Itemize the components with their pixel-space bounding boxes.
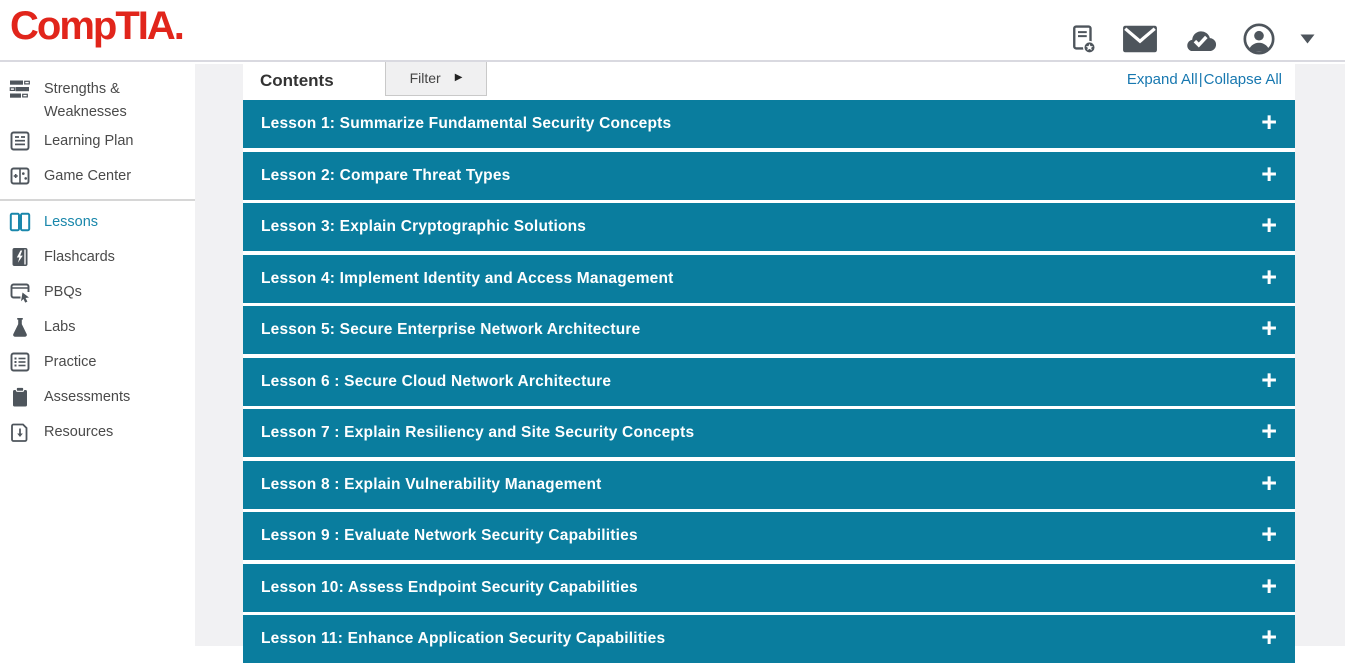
sidebar-item-resources[interactable]: Resources <box>0 415 195 450</box>
expand-plus-icon[interactable]: + <box>1261 470 1277 500</box>
lesson-accordion-row[interactable]: Lesson 3: Explain Cryptographic Solution… <box>243 203 1295 251</box>
lesson-accordion-row[interactable]: Lesson 8 : Explain Vulnerability Managem… <box>243 461 1295 509</box>
right-gutter <box>1295 64 1345 646</box>
lesson-title: Lesson 5: Secure Enterprise Network Arch… <box>261 321 640 339</box>
sidebar-item-lessons[interactable]: Lessons <box>0 205 195 240</box>
lesson-title: Lesson 8 : Explain Vulnerability Managem… <box>261 476 602 494</box>
expand-plus-icon[interactable]: + <box>1261 315 1277 345</box>
game-center-icon <box>8 164 32 188</box>
expand-plus-icon[interactable]: + <box>1261 109 1277 139</box>
sidebar-item-pbqs[interactable]: PBQs <box>0 275 195 310</box>
lesson-title: Lesson 6 : Secure Cloud Network Architec… <box>261 373 611 391</box>
sidebar-item-label: Assessments <box>44 385 130 409</box>
links-separator: | <box>1199 71 1203 88</box>
lesson-title: Lesson 7 : Explain Resiliency and Site S… <box>261 424 694 442</box>
labs-flask-icon <box>8 315 32 339</box>
filter-button[interactable]: Filter ▶ <box>385 60 487 96</box>
sidebar-item-label: Flashcards <box>44 245 115 269</box>
strengths-weaknesses-icon <box>8 77 32 101</box>
lesson-accordion-row[interactable]: Lesson 1: Summarize Fundamental Security… <box>243 100 1295 148</box>
main-content: Contents Filter ▶ Expand All|Collapse Al… <box>243 62 1295 646</box>
lesson-accordion-row[interactable]: Lesson 9 : Evaluate Network Security Cap… <box>243 512 1295 560</box>
sidebar-item-label: Game Center <box>44 164 131 188</box>
lesson-accordion-row[interactable]: Lesson 5: Secure Enterprise Network Arch… <box>243 306 1295 354</box>
lesson-title: Lesson 9 : Evaluate Network Security Cap… <box>261 527 638 545</box>
lesson-title: Lesson 10: Assess Endpoint Security Capa… <box>261 579 638 597</box>
sidebar-item-game-center[interactable]: Game Center <box>0 159 195 194</box>
lesson-title: Lesson 1: Summarize Fundamental Security… <box>261 115 671 133</box>
lesson-title: Lesson 11: Enhance Application Security … <box>261 630 665 648</box>
lesson-title: Lesson 4: Implement Identity and Access … <box>261 270 674 288</box>
lesson-title: Lesson 2: Compare Threat Types <box>261 167 510 185</box>
sidebar-item-strengths-weaknesses[interactable]: Strengths & Weaknesses <box>0 72 195 124</box>
sidebar-item-label: Resources <box>44 420 113 444</box>
practice-icon <box>8 350 32 374</box>
lesson-accordion-row[interactable]: Lesson 6 : Secure Cloud Network Architec… <box>243 358 1295 406</box>
lesson-accordion-row[interactable]: Lesson 2: Compare Threat Types + <box>243 152 1295 200</box>
filter-arrow-icon: ▶ <box>455 73 463 83</box>
comptia-logo[interactable]: CompTIA. <box>10 4 183 49</box>
lesson-accordion-row[interactable]: Lesson 4: Implement Identity and Access … <box>243 255 1295 303</box>
sidebar-item-flashcards[interactable]: Flashcards <box>0 240 195 275</box>
filter-label: Filter <box>410 70 441 86</box>
resources-icon <box>8 420 32 444</box>
lessons-accordion: Lesson 1: Summarize Fundamental Security… <box>243 100 1295 663</box>
sidebar-item-assessments[interactable]: Assessments <box>0 380 195 415</box>
lesson-title: Lesson 3: Explain Cryptographic Solution… <box>261 218 586 236</box>
left-gutter <box>195 64 243 646</box>
lessons-book-icon <box>8 210 32 234</box>
content-header: Contents Filter ▶ Expand All|Collapse Al… <box>243 62 1295 100</box>
sidebar-item-label: Learning Plan <box>44 129 134 153</box>
caret-down-icon[interactable] <box>1300 34 1315 45</box>
lesson-accordion-row[interactable]: Lesson 7 : Explain Resiliency and Site S… <box>243 409 1295 457</box>
expand-plus-icon[interactable]: + <box>1261 521 1277 551</box>
sidebar-divider <box>0 199 195 201</box>
sidebar-item-label: Strengths & Weaknesses <box>44 77 189 124</box>
lesson-accordion-row[interactable]: Lesson 10: Assess Endpoint Security Capa… <box>243 564 1295 612</box>
expand-plus-icon[interactable]: + <box>1261 573 1277 603</box>
expand-collapse-links: Expand All|Collapse All <box>1127 71 1282 88</box>
collapse-all-link[interactable]: Collapse All <box>1204 71 1282 88</box>
cloud-check-icon[interactable] <box>1182 25 1218 53</box>
expand-plus-icon[interactable]: + <box>1261 264 1277 294</box>
sidebar-item-practice[interactable]: Practice <box>0 345 195 380</box>
sidebar: Strengths & Weaknesses Learning Plan Gam <box>0 64 195 646</box>
expand-plus-icon[interactable]: + <box>1261 624 1277 654</box>
flashcards-icon <box>8 245 32 269</box>
sidebar-item-labs[interactable]: Labs <box>0 310 195 345</box>
account-icon[interactable] <box>1242 22 1276 56</box>
top-header: CompTIA. <box>0 0 1345 62</box>
expand-all-link[interactable]: Expand All <box>1127 71 1198 88</box>
expand-plus-icon[interactable]: + <box>1261 212 1277 242</box>
expand-plus-icon[interactable]: + <box>1261 367 1277 397</box>
sidebar-item-learning-plan[interactable]: Learning Plan <box>0 124 195 159</box>
assessments-clipboard-icon <box>8 385 32 409</box>
pbq-icon <box>8 280 32 304</box>
sidebar-item-label: Practice <box>44 350 96 374</box>
sidebar-item-label: Labs <box>44 315 75 339</box>
page-title: Contents <box>260 71 334 91</box>
lesson-accordion-row[interactable]: Lesson 11: Enhance Application Security … <box>243 615 1295 663</box>
sidebar-item-label: PBQs <box>44 280 82 304</box>
learning-plan-icon <box>8 129 32 153</box>
mail-icon[interactable] <box>1122 25 1158 53</box>
transcript-icon[interactable] <box>1068 23 1098 55</box>
expand-plus-icon[interactable]: + <box>1261 161 1277 191</box>
sidebar-item-label: Lessons <box>44 210 98 234</box>
expand-plus-icon[interactable]: + <box>1261 418 1277 448</box>
